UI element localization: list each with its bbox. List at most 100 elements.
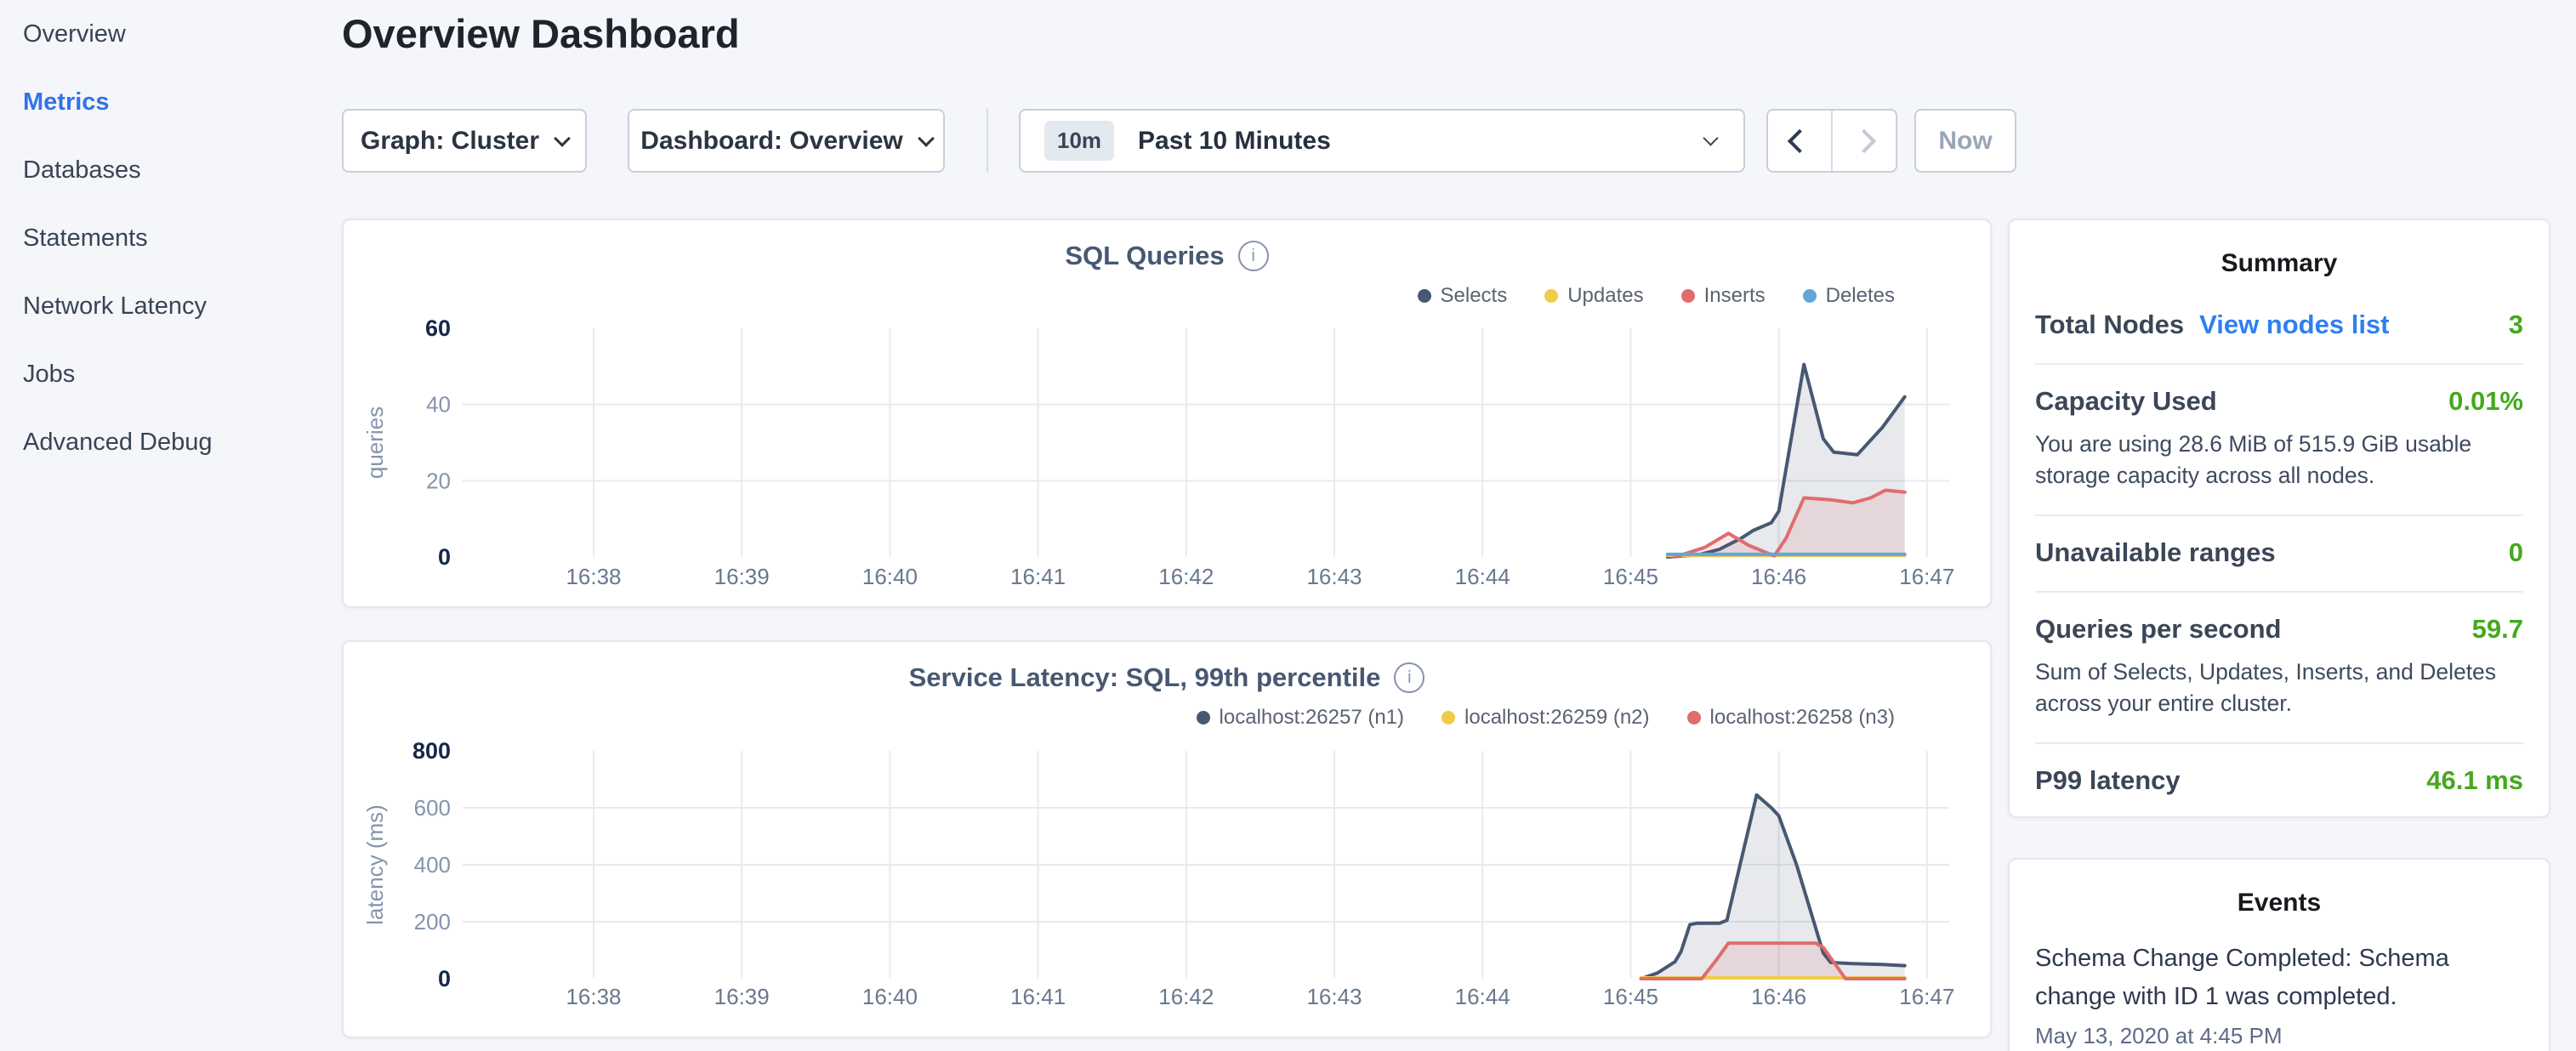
summary-row: P99 latency 46.1 ms [2035, 744, 2523, 819]
dashboard-dropdown[interactable]: Dashboard: Overview [628, 109, 945, 173]
overview-dashboard-page: OverviewMetricsDatabasesStatementsNetwor… [0, 0, 2576, 1051]
main-content: Overview Dashboard Graph: Cluster Dashbo… [342, 0, 1992, 1051]
legend-item: localhost:26257 (n1) [1197, 706, 1404, 730]
legend-dot-icon [1442, 711, 1455, 724]
summary-row-label: Unavailable ranges [2035, 537, 2276, 568]
x-tick-label: 16:46 [1751, 564, 1806, 589]
chevron-left-icon [1788, 128, 1811, 152]
summary-row: Capacity Used0.01%You are using 28.6 MiB… [2035, 365, 2523, 516]
y-tick-label: 0 [438, 544, 451, 570]
service-latency-chart-card: Service Latency: SQL, 99th percentile i … [342, 640, 1992, 1038]
toolbar-divider [987, 109, 988, 173]
x-tick-label: 16:46 [1751, 984, 1806, 1009]
legend-label: Inserts [1704, 284, 1766, 308]
summary-row-value: 46.1 ms [2426, 765, 2523, 796]
y-tick-label: 600 [414, 795, 451, 821]
summary-row: Total Nodes View nodes list 3 [2035, 288, 2523, 365]
legend-item: localhost:26259 (n2) [1442, 706, 1649, 730]
summary-row-value: 59.7 [2472, 614, 2523, 645]
legend-item: Inserts [1681, 284, 1766, 308]
x-tick-label: 16:47 [1899, 984, 1954, 1009]
view-nodes-list-link[interactable]: View nodes list [2199, 310, 2389, 340]
x-tick-label: 16:38 [566, 564, 621, 589]
legend-item: Deletes [1803, 284, 1895, 308]
chart-header: Service Latency: SQL, 99th percentile i [344, 662, 1990, 693]
legend-label: Deletes [1826, 284, 1895, 308]
summary-rows: Total Nodes View nodes list 3 Capacity Used… [2035, 288, 2523, 819]
info-icon[interactable]: i [1394, 662, 1424, 693]
legend-dot-icon [1687, 711, 1701, 724]
events-list: Schema Change Completed: Schema change w… [2035, 940, 2523, 1049]
legend-item: Updates [1544, 284, 1643, 308]
info-icon[interactable]: i [1238, 241, 1269, 271]
y-tick-label: 40 [426, 392, 451, 418]
sql-queries-chart[interactable]: 020406016:3816:3916:4016:4116:4216:4316:… [344, 312, 1990, 605]
x-tick-label: 16:39 [714, 564, 770, 589]
legend-item: localhost:26258 (n3) [1687, 706, 1895, 730]
x-tick-label: 16:40 [862, 984, 918, 1009]
toolbar: Graph: Cluster Dashboard: Overview 10m P… [342, 109, 1992, 173]
x-tick-label: 16:44 [1455, 984, 1510, 1009]
legend-item: Selects [1418, 284, 1508, 308]
summary-row: Queries per second59.7Sum of Selects, Up… [2035, 593, 2523, 744]
chart-title: SQL Queries [1065, 241, 1224, 271]
sidebar-item-statements[interactable]: Statements [0, 214, 342, 282]
legend-dot-icon [1803, 289, 1817, 303]
summary-row-label: P99 latency [2035, 765, 2181, 796]
legend-label: localhost:26258 (n3) [1710, 706, 1895, 730]
now-button[interactable]: Now [1914, 109, 2016, 173]
event-text: Schema Change Completed: Schema change w… [2035, 940, 2523, 1016]
y-tick-label: 20 [426, 468, 451, 493]
legend-label: localhost:26257 (n1) [1220, 706, 1404, 730]
summary-row-value: 3 [2509, 310, 2523, 340]
summary-title: Summary [2035, 249, 2523, 278]
sidebar-item-databases[interactable]: Databases [0, 146, 342, 214]
sidebar-item-overview[interactable]: Overview [0, 10, 342, 78]
now-button-label: Now [1938, 127, 1992, 156]
summary-row-value: 0 [2509, 537, 2523, 568]
x-tick-label: 16:43 [1306, 984, 1362, 1009]
x-tick-label: 16:47 [1899, 564, 1954, 589]
chevron-down-icon [918, 130, 935, 147]
dashboard-dropdown-label: Dashboard: Overview [640, 127, 902, 156]
summary-row-label: Total Nodes [2035, 310, 2184, 340]
y-tick-label: 400 [414, 852, 451, 878]
chevron-down-icon [554, 130, 571, 147]
x-tick-label: 16:45 [1603, 564, 1658, 589]
prev-time-button[interactable] [1768, 111, 1833, 171]
chevron-down-icon [1703, 130, 1718, 145]
summary-row-description: You are using 28.6 MiB of 515.9 GiB usab… [2035, 429, 2523, 491]
x-tick-label: 16:41 [1010, 564, 1066, 589]
sidebar-item-jobs[interactable]: Jobs [0, 350, 342, 418]
x-tick-label: 16:42 [1158, 564, 1214, 589]
y-tick-label: 0 [438, 966, 451, 991]
legend-label: Updates [1567, 284, 1643, 308]
legend-label: Selects [1441, 284, 1508, 308]
time-range-badge: 10m [1044, 121, 1114, 161]
legend-dot-icon [1418, 289, 1431, 303]
x-tick-label: 16:41 [1010, 984, 1066, 1009]
legend-dot-icon [1544, 289, 1558, 303]
legend-label: localhost:26259 (n2) [1464, 706, 1649, 730]
x-tick-label: 16:38 [566, 984, 621, 1009]
summary-row-label: Capacity Used [2035, 386, 2217, 417]
event-item[interactable]: Schema Change Completed: Schema change w… [2035, 940, 2523, 1049]
y-tick-label: 200 [414, 909, 451, 935]
legend-dot-icon [1681, 289, 1695, 303]
y-tick-label: 60 [425, 315, 451, 341]
sidebar-item-advanced-debug[interactable]: Advanced Debug [0, 418, 342, 486]
page-title: Overview Dashboard [342, 10, 740, 57]
graph-dropdown-label: Graph: Cluster [361, 127, 539, 156]
graph-dropdown[interactable]: Graph: Cluster [342, 109, 587, 173]
legend-dot-icon [1197, 711, 1210, 724]
sidebar-item-network-latency[interactable]: Network Latency [0, 282, 342, 350]
y-axis-unit-label: queries [362, 406, 388, 479]
service-latency-chart[interactable]: 020040060080016:3816:3916:4016:4116:4216… [344, 737, 1990, 1026]
sidebar-item-metrics[interactable]: Metrics [0, 78, 342, 146]
events-card: Events Schema Change Completed: Schema c… [2008, 858, 2550, 1051]
x-tick-label: 16:40 [862, 564, 918, 589]
next-time-button[interactable] [1833, 111, 1896, 171]
time-range-dropdown[interactable]: 10m Past 10 Minutes [1019, 109, 1745, 173]
summary-row-label: Queries per second [2035, 614, 2281, 645]
time-step-buttons [1766, 109, 1897, 173]
